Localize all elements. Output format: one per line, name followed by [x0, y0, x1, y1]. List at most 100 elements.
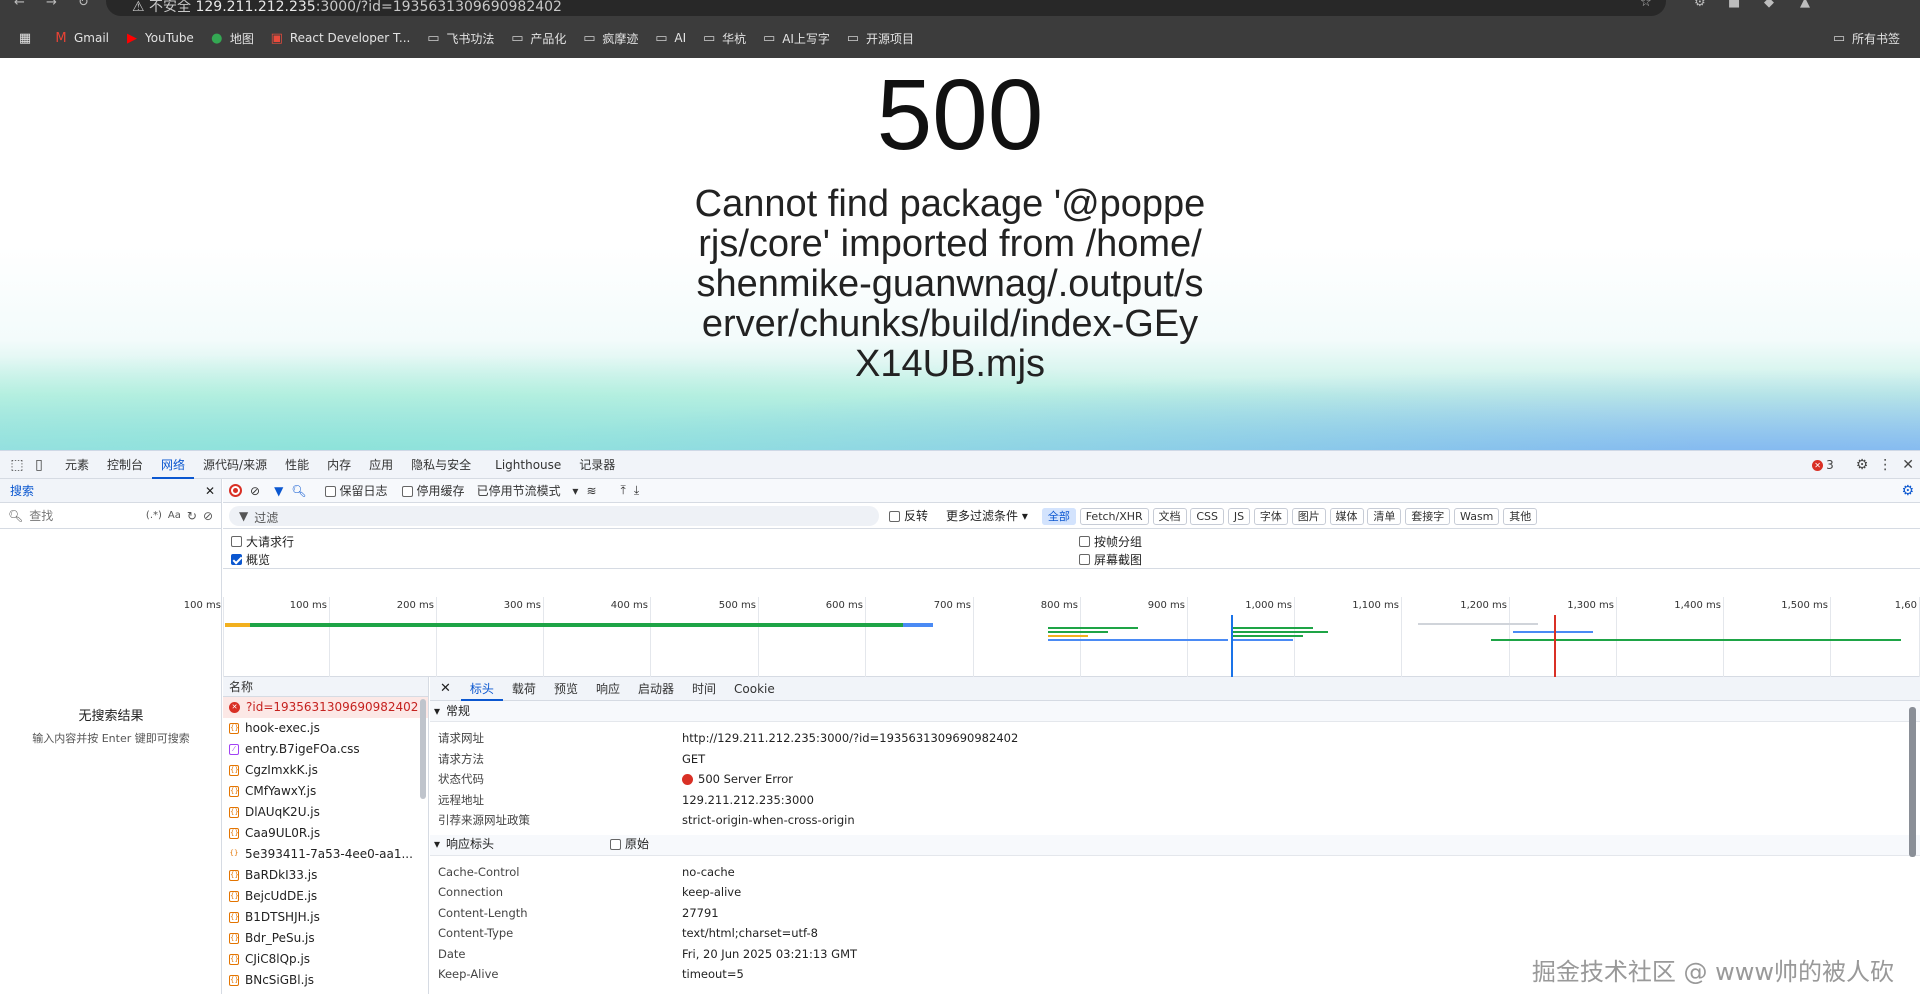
- record-button[interactable]: [229, 484, 242, 497]
- error-count-badge[interactable]: ✕ 3: [1812, 458, 1834, 472]
- more-filters-dropdown[interactable]: 更多过滤条件 ▾: [946, 507, 1028, 524]
- big-rows-checkbox[interactable]: 大请求行: [231, 533, 294, 550]
- tab-memory[interactable]: 内存: [318, 451, 360, 479]
- request-row[interactable]: {} Caa9UL0R.js: [223, 823, 428, 844]
- request-row[interactable]: {} CJiC8lQp.js: [223, 949, 428, 970]
- tab-performance[interactable]: 性能: [276, 451, 318, 479]
- export-har-icon[interactable]: ⤓: [634, 483, 639, 498]
- request-row[interactable]: {} BNcSiGBl.js: [223, 970, 428, 991]
- refresh-icon[interactable]: ↻: [187, 509, 197, 523]
- type-filter-other[interactable]: 其他: [1503, 507, 1538, 525]
- type-filter-socket[interactable]: 套接字: [1405, 507, 1451, 525]
- preserve-log-checkbox[interactable]: 保留日志: [324, 482, 388, 499]
- import-har-icon[interactable]: ⤒: [621, 483, 626, 498]
- general-section-header[interactable]: ▾ 常规: [430, 701, 1920, 722]
- bookmark-folder-4[interactable]: ▭ AI: [646, 26, 694, 50]
- close-detail-icon[interactable]: ✕: [430, 681, 461, 696]
- tab-initiator[interactable]: 启动器: [629, 677, 683, 701]
- request-row[interactable]: {} BaRDkI33.js: [223, 865, 428, 886]
- more-options-icon[interactable]: ⋮: [1878, 457, 1892, 473]
- type-filter-media[interactable]: 媒体: [1329, 507, 1364, 525]
- type-filter-font[interactable]: 字体: [1253, 507, 1288, 525]
- extension-icon-3[interactable]: ◆: [1764, 0, 1774, 9]
- request-row[interactable]: {} Bdr_PeSu.js: [223, 928, 428, 949]
- type-filter-wasm[interactable]: Wasm: [1454, 507, 1500, 525]
- type-filter-all[interactable]: 全部: [1041, 507, 1076, 525]
- request-row[interactable]: ⁄ entry.B7igeFOa.css: [223, 739, 428, 760]
- bookmark-folder-3[interactable]: ▭ 疯摩迹: [574, 26, 646, 50]
- apps-icon[interactable]: ▦: [0, 26, 46, 50]
- tab-timing[interactable]: 时间: [683, 677, 725, 701]
- reload-icon[interactable]: ↻: [78, 0, 89, 9]
- close-search-icon[interactable]: ✕: [205, 484, 215, 498]
- clear-icon[interactable]: ⊘: [203, 509, 213, 523]
- tab-lighthouse[interactable]: Lighthouse: [486, 451, 570, 479]
- search-drawer-title[interactable]: 搜索: [10, 482, 34, 499]
- clear-log-icon[interactable]: ⊘: [250, 484, 260, 498]
- forward-icon[interactable]: →: [46, 0, 57, 9]
- disable-cache-checkbox[interactable]: 停用缓存: [401, 482, 465, 499]
- throttling-select[interactable]: 已停用节流模式 ▾: [477, 482, 579, 499]
- search-network-icon[interactable]: 🔍︎: [291, 484, 306, 498]
- request-row[interactable]: {} hook-exec.js: [223, 718, 428, 739]
- detail-scrollbar[interactable]: [1909, 707, 1916, 857]
- all-bookmarks-folder[interactable]: ▭ 所有书签: [1824, 26, 1920, 50]
- extension-icon-2[interactable]: ■: [1728, 0, 1740, 9]
- filter-input[interactable]: ▼ 过滤: [229, 505, 879, 526]
- device-toolbar-icon[interactable]: ▯: [28, 451, 50, 479]
- regex-toggle[interactable]: (.*): [146, 510, 162, 521]
- bookmark-folder-6[interactable]: ▭ AI上写字: [754, 26, 838, 50]
- raw-headers-checkbox[interactable]: 原始: [610, 834, 649, 855]
- request-row[interactable]: {} 5e393411-7a53-4ee0-aa1...: [223, 844, 428, 865]
- type-filter-xhr[interactable]: Fetch/XHR: [1079, 507, 1149, 525]
- request-row[interactable]: {} CMfYawxY.js: [223, 781, 428, 802]
- group-by-frame-checkbox[interactable]: 按帧分组: [1079, 533, 1142, 550]
- inspect-element-icon[interactable]: ⬚: [6, 451, 28, 479]
- tab-headers[interactable]: 标头: [460, 677, 503, 701]
- type-filter-manifest[interactable]: 清单: [1367, 507, 1402, 525]
- overview-checkbox[interactable]: 概览: [231, 551, 270, 568]
- address-bar[interactable]: ⚠ 不安全 129.211.212.235:3000/?id=193563130…: [106, 0, 1666, 16]
- network-settings-icon[interactable]: ⚙: [1901, 483, 1914, 499]
- request-row[interactable]: {} CgzImxkK.js: [223, 760, 428, 781]
- settings-gear-icon[interactable]: ⚙: [1856, 457, 1869, 473]
- tab-privacy-security[interactable]: 隐私与安全: [402, 451, 480, 479]
- network-conditions-icon[interactable]: ≋: [586, 484, 596, 498]
- extension-icon-4[interactable]: ▲: [1800, 0, 1810, 9]
- tab-application[interactable]: 应用: [360, 451, 402, 479]
- tab-sources[interactable]: 源代码/来源: [194, 451, 276, 479]
- close-devtools-icon[interactable]: ✕: [1902, 457, 1914, 473]
- request-row-document[interactable]: ✕ ?id=1935631309690982402: [223, 697, 428, 718]
- bookmark-folder-7[interactable]: ▭ 开源项目: [838, 26, 922, 50]
- bookmark-star-icon[interactable]: ☆: [1640, 0, 1652, 9]
- type-filter-js[interactable]: JS: [1227, 507, 1251, 525]
- tab-cookies[interactable]: Cookie: [725, 677, 784, 701]
- bookmark-folder-2[interactable]: ▭ 产品化: [502, 26, 574, 50]
- back-icon[interactable]: ←: [14, 0, 25, 9]
- tab-preview[interactable]: 预览: [545, 677, 587, 701]
- invert-checkbox[interactable]: 反转: [889, 507, 928, 524]
- request-row[interactable]: {} DlAUqK2U.js: [223, 802, 428, 823]
- tab-elements[interactable]: 元素: [56, 451, 98, 479]
- request-list-scrollbar[interactable]: [420, 699, 426, 799]
- tab-payload[interactable]: 载荷: [503, 677, 545, 701]
- bookmark-folder-1[interactable]: ▭ 飞书功法: [418, 26, 502, 50]
- type-filter-img[interactable]: 图片: [1291, 507, 1326, 525]
- match-case-toggle[interactable]: Aa: [168, 510, 181, 521]
- bookmark-react[interactable]: ▣ React Developer T...: [262, 26, 419, 50]
- request-row[interactable]: {} B1DTSHJH.js: [223, 907, 428, 928]
- type-filter-css[interactable]: CSS: [1190, 507, 1224, 525]
- tab-response[interactable]: 响应: [587, 677, 629, 701]
- search-input[interactable]: 查找: [29, 507, 140, 524]
- filter-icon[interactable]: ▼: [274, 484, 283, 498]
- bookmark-maps[interactable]: ● 地图: [202, 26, 262, 50]
- request-row[interactable]: {} BejcUdDE.js: [223, 886, 428, 907]
- screenshots-checkbox[interactable]: 屏幕截图: [1079, 551, 1142, 568]
- tab-console[interactable]: 控制台: [98, 451, 152, 479]
- network-overview-timeline[interactable]: 100 ms 100 ms 200 ms 300 ms 400 ms 500 m…: [184, 597, 1920, 677]
- bookmark-youtube[interactable]: ▶ YouTube: [117, 26, 202, 50]
- bookmark-gmail[interactable]: M Gmail: [46, 26, 117, 50]
- tab-recorder[interactable]: 记录器: [570, 451, 624, 479]
- response-headers-section-header[interactable]: ▾ 响应标头 原始: [430, 834, 1920, 856]
- extension-icon[interactable]: ⚙: [1694, 0, 1706, 9]
